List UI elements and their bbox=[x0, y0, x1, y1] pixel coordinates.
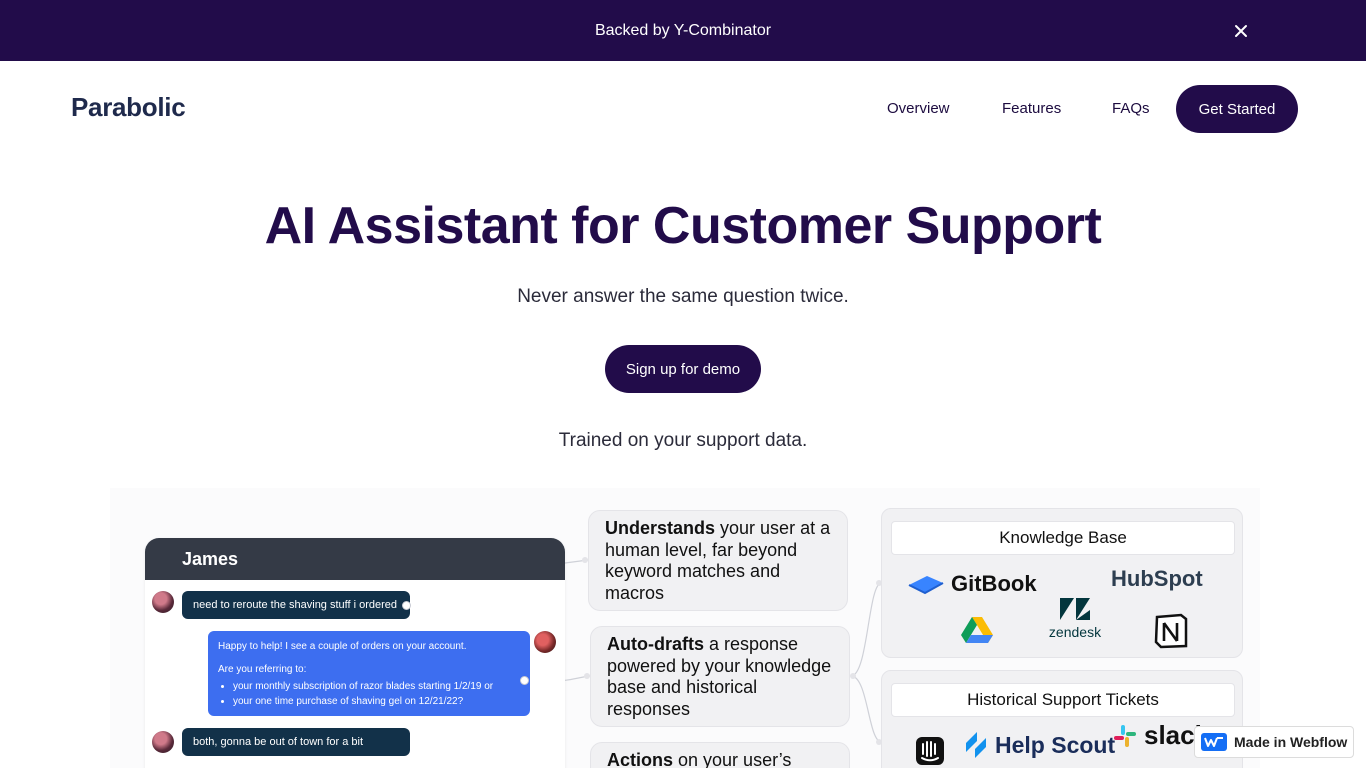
panel-title: Historical Support Tickets bbox=[891, 683, 1235, 717]
feature-bold: Auto-drafts bbox=[607, 634, 704, 654]
agent-avatar bbox=[534, 631, 556, 653]
list-item: your monthly subscription of razor blade… bbox=[233, 679, 520, 694]
connector-dot bbox=[402, 601, 411, 610]
helpscout-logo: Help Scout bbox=[963, 730, 1115, 760]
feature-actions: Actions on your user’s bbox=[590, 742, 850, 768]
gitbook-text: GitBook bbox=[951, 571, 1037, 596]
slack-icon bbox=[1114, 724, 1136, 747]
user-message: both, gonna be out of town for a bit bbox=[182, 728, 410, 756]
feature-bold: Actions bbox=[607, 750, 674, 768]
connector-dot bbox=[520, 676, 529, 685]
hubspot-logo: HubSpot bbox=[1111, 566, 1203, 592]
feature-auto-drafts: Auto-drafts a response powered by your k… bbox=[590, 626, 850, 727]
agent-message-line: Happy to help! I see a couple of orders … bbox=[218, 641, 467, 652]
feature-text: on your user’s bbox=[673, 750, 792, 768]
zendesk-text: zendesk bbox=[1048, 624, 1102, 640]
webflow-icon bbox=[1201, 733, 1227, 751]
user-avatar bbox=[152, 731, 174, 753]
made-in-webflow-badge[interactable]: Made in Webflow bbox=[1194, 726, 1354, 758]
feature-bold: Understands bbox=[605, 518, 716, 538]
hubspot-text: HubSpot bbox=[1111, 566, 1203, 591]
gitbook-icon bbox=[908, 576, 944, 595]
google-drive-icon bbox=[960, 615, 994, 645]
agent-options-list: your monthly subscription of razor blade… bbox=[218, 679, 520, 709]
chat-header: James bbox=[145, 538, 565, 580]
zendesk-icon bbox=[1060, 598, 1090, 620]
panel-title: Knowledge Base bbox=[891, 521, 1235, 555]
helpscout-icon bbox=[966, 732, 986, 758]
chat-window: James need to reroute the shaving stuff … bbox=[145, 538, 565, 768]
user-message: need to reroute the shaving stuff i orde… bbox=[182, 591, 410, 619]
agent-message-line: Are you referring to: bbox=[218, 664, 307, 675]
intercom-icon bbox=[915, 736, 945, 766]
feature-understands: Understands your user at a human level, … bbox=[588, 510, 848, 611]
list-item: your one time purchase of shaving gel on… bbox=[233, 694, 520, 709]
zendesk-logo: zendesk bbox=[1044, 596, 1106, 640]
agent-message: Happy to help! I see a couple of orders … bbox=[208, 631, 530, 716]
notion-icon bbox=[1153, 613, 1189, 649]
gitbook-logo: GitBook bbox=[907, 571, 1037, 597]
webflow-text: Made in Webflow bbox=[1234, 734, 1348, 750]
helpscout-text: Help Scout bbox=[995, 731, 1116, 758]
user-avatar bbox=[152, 591, 174, 613]
